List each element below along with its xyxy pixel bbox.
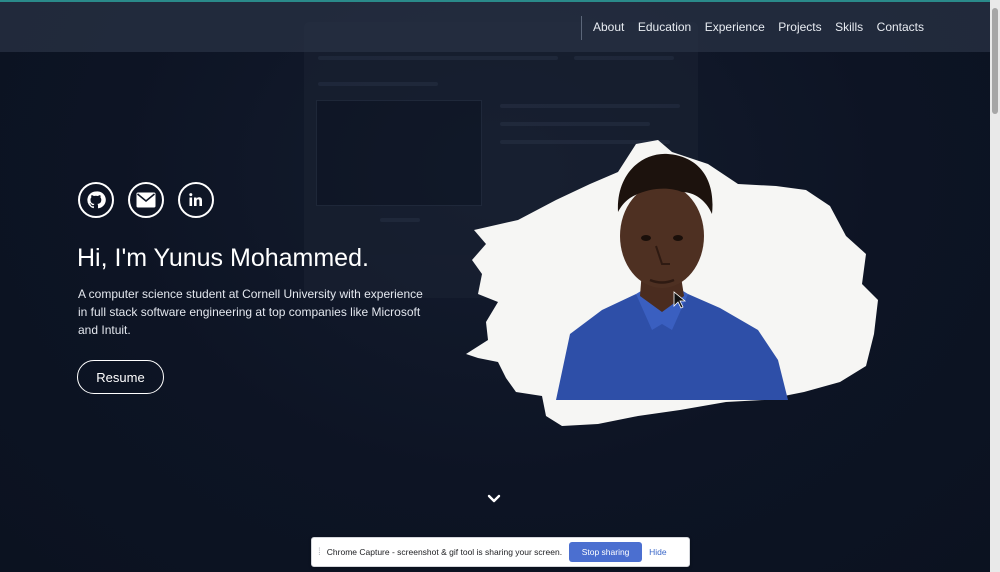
nav-link-skills[interactable]: Skills	[835, 20, 863, 34]
github-icon	[87, 191, 106, 209]
share-message: Chrome Capture - screenshot & gif tool i…	[326, 547, 563, 557]
scrollbar-thumb[interactable]	[992, 8, 998, 114]
stop-sharing-button[interactable]: Stop sharing	[569, 542, 643, 562]
scroll-down-chevron-icon[interactable]	[486, 492, 502, 506]
nav-links: About Education Experience Projects Skil…	[593, 20, 938, 34]
page-scrollbar[interactable]	[990, 0, 1000, 572]
screen-share-notification-bar: ⁞ Chrome Capture - screenshot & gif tool…	[311, 537, 690, 567]
top-navbar: About Education Experience Projects Skil…	[0, 2, 990, 52]
social-links	[78, 182, 214, 218]
nav-link-contacts[interactable]: Contacts	[877, 20, 924, 34]
nav-divider	[581, 16, 582, 40]
nav-link-education[interactable]: Education	[638, 20, 691, 34]
profile-photo	[466, 140, 878, 426]
portfolio-page: About Education Experience Projects Skil…	[0, 0, 1000, 572]
email-link[interactable]	[128, 182, 164, 218]
mail-icon	[136, 192, 156, 208]
drag-grip-icon[interactable]: ⁞	[318, 547, 321, 558]
github-link[interactable]	[78, 182, 114, 218]
resume-button[interactable]: Resume	[77, 360, 164, 394]
nav-link-projects[interactable]: Projects	[778, 20, 821, 34]
linkedin-link[interactable]	[178, 182, 214, 218]
hero-headline: Hi, I'm Yunus Mohammed.	[77, 244, 369, 272]
hero-bio: A computer science student at Cornell Un…	[78, 287, 423, 337]
nav-link-experience[interactable]: Experience	[705, 20, 765, 34]
linkedin-icon	[189, 193, 202, 206]
nav-link-about[interactable]: About	[593, 20, 624, 34]
hide-button[interactable]: Hide	[649, 547, 666, 557]
